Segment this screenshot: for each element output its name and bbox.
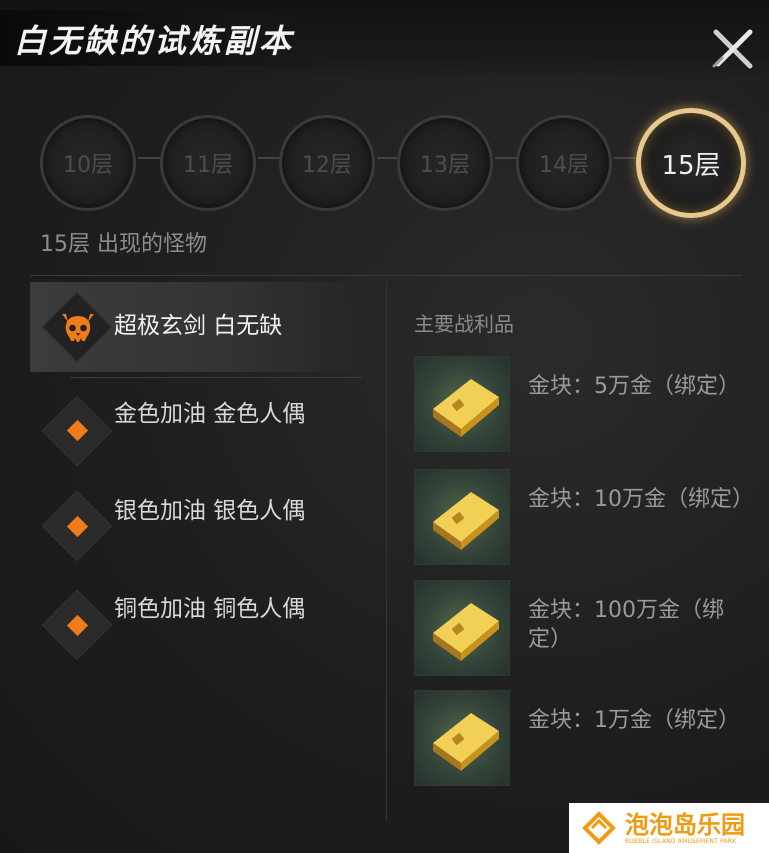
divider xyxy=(70,377,362,378)
floor-connector xyxy=(614,157,636,159)
brand-logo-icon xyxy=(582,811,616,845)
monster-item-boss[interactable]: 超极玄剑 白无缺 xyxy=(30,282,370,378)
floor-connector xyxy=(377,157,399,159)
brand-name: 泡泡岛乐园 xyxy=(625,810,745,839)
floor-tab-10[interactable]: 10层 xyxy=(40,115,136,211)
floor-label: 12层 xyxy=(302,153,352,178)
brand-subtitle: BUBBLE ISLAND AMUSEMENT PARK xyxy=(625,837,737,845)
loot-item[interactable]: 金块：10万金（绑定） xyxy=(414,469,754,569)
floor-tab-14[interactable]: 14层 xyxy=(516,115,612,211)
floor-selector: 10层 11层 12层 13层 14层 15层 xyxy=(40,108,746,218)
floor-tab-15[interactable]: 15层 xyxy=(636,108,746,218)
close-button[interactable] xyxy=(708,22,758,72)
monster-item[interactable]: 银色加油 银色人偶 xyxy=(30,478,370,578)
monster-name: 超极玄剑 白无缺 xyxy=(114,313,283,339)
column-divider xyxy=(386,282,387,822)
floor-tab-12[interactable]: 12层 xyxy=(279,115,375,211)
monster-name: 银色加油 银色人偶 xyxy=(114,498,306,524)
monsters-heading: 15层 出现的怪物 xyxy=(40,232,207,257)
watermark: 泡泡岛乐园 BUBBLE ISLAND AMUSEMENT PARK xyxy=(569,803,769,853)
monster-item[interactable]: 金色加油 金色人偶 xyxy=(30,386,370,478)
floor-label: 11层 xyxy=(183,153,233,178)
floor-tab-11[interactable]: 11层 xyxy=(160,115,256,211)
gold-bar-icon xyxy=(414,469,510,565)
monster-name: 金色加油 金色人偶 xyxy=(114,401,306,427)
floor-label: 15层 xyxy=(661,150,721,181)
monster-name: 铜色加油 铜色人偶 xyxy=(114,596,306,622)
skull-icon xyxy=(62,314,94,342)
monster-item[interactable]: 铜色加油 铜色人偶 xyxy=(30,578,370,676)
loot-label: 金块：10万金（绑定） xyxy=(528,487,754,512)
gold-bar-icon xyxy=(414,580,510,676)
floor-connector xyxy=(138,157,160,159)
loot-heading: 主要战利品 xyxy=(414,312,514,336)
floor-label: 14层 xyxy=(539,153,589,178)
close-icon xyxy=(712,29,753,69)
floor-tab-13[interactable]: 13层 xyxy=(397,115,493,211)
header: 白无缺的试炼副本 xyxy=(0,0,769,80)
loot-item[interactable]: 金块：5万金（绑定） xyxy=(414,356,754,456)
gold-bar-icon xyxy=(414,690,510,786)
floor-connector xyxy=(258,157,280,159)
dialog-title: 白无缺的试炼副本 xyxy=(14,22,295,60)
gold-bar-icon xyxy=(414,356,510,452)
loot-label: 金块：5万金（绑定） xyxy=(528,374,740,399)
floor-label: 13层 xyxy=(420,153,470,178)
loot-item[interactable]: 金块：1万金（绑定） xyxy=(414,690,754,790)
floor-connector xyxy=(495,157,517,159)
loot-label: 金块：1万金（绑定） xyxy=(528,708,740,733)
divider xyxy=(30,275,742,276)
loot-label: 金块：100万金（绑定） xyxy=(528,598,724,652)
trial-dungeon-dialog: 白无缺的试炼副本 10层 11层 12层 13层 14层 15层 15层 出现的… xyxy=(0,0,769,853)
floor-label: 10层 xyxy=(63,153,113,178)
loot-item[interactable]: 金块：100万金（绑定） xyxy=(414,580,754,680)
